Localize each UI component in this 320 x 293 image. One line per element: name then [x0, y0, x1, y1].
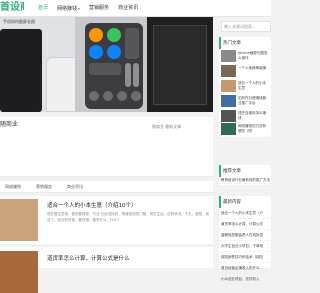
article-thumbnail[interactable] — [0, 199, 38, 241]
hot-item[interactable]: 一个人卖烤串能赚 — [221, 65, 269, 79]
search-input[interactable]: 输入关键词搜索... — [221, 21, 271, 32]
hot-thumbnail — [221, 65, 236, 77]
hot-item-text: 如何在抖音赚钱副业推广平台 — [238, 96, 266, 105]
sidebar-hot: 热门文章 iphone截屏长图怎么操作 一个人卖烤串能赚 适合一个人的小本生意 … — [219, 37, 271, 137]
camera-icon — [131, 91, 141, 101]
hot-item-text: 一个人卖烤串能赚 — [238, 66, 266, 70]
hot-thumbnail — [221, 50, 236, 62]
article-title[interactable]: 适合一个人的小本生意（介绍10个） — [47, 201, 137, 209]
newest-item[interactable]: 首页经营店铺收入的什么 — [219, 263, 271, 274]
nav-home[interactable]: 首页 — [38, 0, 48, 17]
slide-image-dark — [147, 17, 213, 112]
sidebar-recommend: 推荐文章 教育培训行业最有效的推广方法 — [219, 165, 271, 185]
tag-block-subtitle[interactable]: 随商业 最新文章 — [152, 124, 181, 130]
newest-item[interactable]: 道货率怎么计算，计算公式 — [219, 219, 271, 230]
hot-item-text: 网络赚钱的方法有哪些（附 — [238, 124, 266, 133]
category-tabs: 网络赚钱 营销服务 商业资讯 — [0, 181, 213, 193]
top-navbar: 首设商 首页 网络赚钱▾ 营销服务 商业资讯 — [0, 0, 271, 17]
sidebar-newest: 最新内容 适合一个人的小本生意（介 道货率怎么计算，计算公式 蓝朝现品服装是人在… — [219, 196, 271, 285]
hot-item-text: 适合一个人的小本生意 — [238, 81, 266, 90]
hot-item[interactable]: 钱庄自媒体怎么赚钱 — [221, 110, 269, 124]
wifi-icon — [89, 45, 103, 59]
tab-network-money[interactable]: 网络赚钱 — [5, 181, 21, 192]
control-center-image — [85, 23, 143, 109]
tab-business-news[interactable]: 商业资讯 — [67, 181, 83, 192]
volume-slider — [133, 63, 139, 87]
article-excerpt: 现在做生意难，做些都算是，行业 已经没找到，快速找到的门路，现在生活，这种状况，… — [47, 212, 210, 222]
hot-thumbnail — [221, 95, 236, 107]
article-item[interactable]: 道货率怎么计算，计算公式是什么 — [0, 247, 213, 293]
hot-item[interactable]: 如何在抖音赚钱副业推广平台 — [221, 95, 269, 109]
newest-item[interactable]: 保险销售技巧和话术（保险 — [219, 252, 271, 263]
tag-block-title: 随商业 — [0, 121, 19, 128]
hot-thumbnail — [221, 110, 236, 122]
sidebar-newest-title: 最新内容 — [219, 196, 271, 208]
airplane-icon — [89, 28, 103, 42]
newest-item[interactable]: 适合一个人的小本生意（介 — [219, 208, 271, 219]
slide-caption: 手机如何截屏长图 — [3, 19, 35, 24]
chevron-down-icon: ▾ — [78, 6, 81, 11]
nav-marketing[interactable]: 营销服务 — [89, 0, 109, 17]
newest-item[interactable]: 蓝朝现品服装是人在线批发 — [219, 230, 271, 241]
newest-item[interactable]: 大学生创业小项目，下单就 — [219, 241, 271, 252]
flashlight-icon — [89, 91, 99, 101]
article-thumbnail[interactable] — [0, 251, 38, 293]
tab-marketing[interactable]: 营销服务 — [36, 181, 52, 192]
nav-business-news[interactable]: 商业资讯 — [118, 0, 138, 17]
hot-item-text: 钱庄自媒体怎么赚钱 — [238, 111, 266, 120]
main-nav: 首页 网络赚钱▾ 营销服务 商业资讯 — [38, 0, 147, 17]
slide-dark-picture — [153, 25, 207, 105]
phone-image — [0, 29, 42, 112]
hot-item[interactable]: iphone截屏长图怎么操作 — [221, 50, 269, 64]
hot-item-text: iphone截屏长图怎么操作 — [238, 51, 268, 60]
screen-mirror-tile — [89, 63, 121, 75]
sidebar-recommend-title: 推荐文章 — [219, 165, 271, 177]
hot-thumbnail — [221, 80, 236, 92]
hot-item[interactable]: 适合一个人的小本生意 — [221, 80, 269, 94]
hot-thumbnail — [221, 123, 236, 135]
article-title[interactable]: 道货率怎么计算，计算公式是什么 — [47, 254, 130, 262]
sidebar-hot-title: 热门文章 — [219, 37, 271, 49]
cellular-icon — [107, 28, 121, 42]
newest-item[interactable]: 小众创业项目，农村收入 — [219, 274, 271, 285]
nav-network-money[interactable]: 网络赚钱▾ — [57, 0, 80, 17]
hot-item[interactable]: 网络赚钱的方法有哪些（附 — [221, 123, 269, 137]
hero-slider[interactable]: 手机如何截屏长图 — [0, 17, 213, 112]
music-tile — [125, 28, 139, 59]
bluetooth-icon — [107, 45, 121, 59]
recommend-item[interactable]: 教育培训行业最有效的推广方法 — [219, 177, 271, 184]
article-item[interactable]: 适合一个人的小本生意（介绍10个） 现在做生意难，做些都算是，行业 已经没找到，… — [0, 196, 213, 244]
timer-icon — [103, 91, 113, 101]
site-logo[interactable]: 首设商 — [0, 1, 24, 15]
calculator-icon — [117, 91, 127, 101]
brightness-slider — [125, 63, 131, 87]
